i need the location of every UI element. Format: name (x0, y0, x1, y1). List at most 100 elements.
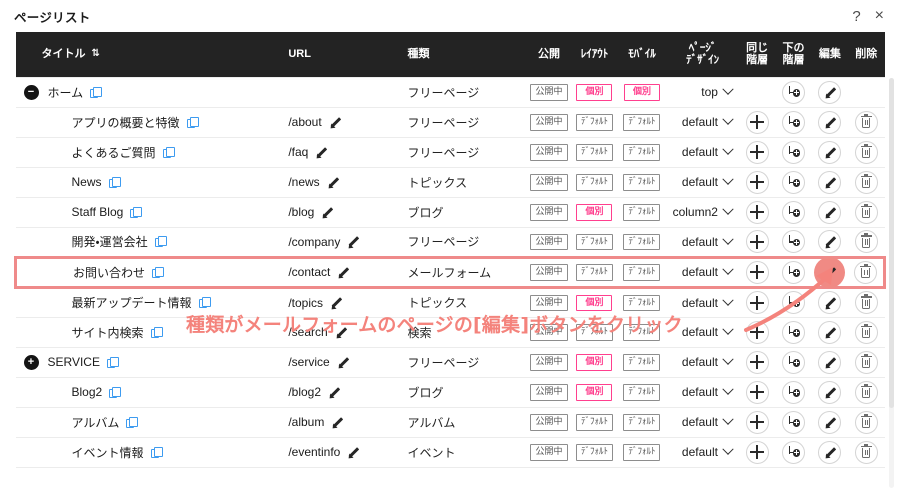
add-same-level-button[interactable] (745, 410, 769, 434)
add-same-level-button[interactable] (745, 110, 769, 134)
add-child-level-button[interactable] (782, 410, 806, 434)
edit-url-pencil-icon[interactable] (329, 116, 341, 128)
edit-url-pencil-icon[interactable] (327, 176, 339, 188)
copy-page-icon[interactable] (152, 266, 165, 278)
add-child-level-button[interactable] (782, 350, 806, 374)
layout-badge[interactable]: ﾃﾞﾌｫﾙﾄ (575, 174, 613, 191)
delete-page-button[interactable] (854, 260, 878, 284)
delete-page-button[interactable] (854, 170, 878, 194)
add-same-level-button[interactable] (745, 260, 769, 284)
add-same-level-button[interactable] (745, 140, 769, 164)
layout-badge[interactable]: ﾃﾞﾌｫﾙﾄ (575, 233, 613, 251)
delete-page-button[interactable] (854, 110, 878, 134)
edit-page-button[interactable] (818, 170, 842, 194)
publish-status-badge[interactable]: 公開中 (530, 233, 568, 251)
copy-page-icon[interactable] (198, 297, 211, 308)
edit-url-pencil-icon[interactable] (335, 326, 347, 338)
edit-url-pencil-icon[interactable] (337, 356, 349, 368)
delete-page-button[interactable] (854, 200, 878, 224)
publish-status-badge[interactable]: 公開中 (530, 384, 568, 401)
edit-page-button[interactable] (818, 140, 842, 164)
add-same-level-button[interactable] (745, 350, 769, 374)
publish-status-badge[interactable]: 公開中 (530, 174, 568, 191)
column-header-title[interactable]: タイトル ⇅ (15, 32, 289, 77)
layout-badge[interactable]: 個別 (576, 294, 613, 312)
scrollbar-thumb[interactable] (889, 78, 894, 408)
mobile-badge[interactable]: ﾃﾞﾌｫﾙﾄ (623, 324, 661, 341)
add-child-level-button[interactable] (782, 440, 806, 464)
page-design-select[interactable]: default (682, 353, 734, 369)
edit-page-button[interactable] (818, 200, 842, 224)
layout-badge[interactable]: ﾃﾞﾌｫﾙﾄ (575, 444, 613, 461)
edit-url-pencil-icon[interactable] (347, 236, 359, 248)
edit-url-pencil-icon[interactable] (331, 416, 343, 428)
copy-page-icon[interactable] (150, 326, 163, 338)
layout-badge[interactable]: ﾃﾞﾌｫﾙﾄ (575, 324, 613, 341)
add-child-level-button[interactable] (782, 320, 806, 344)
delete-page-button[interactable] (854, 380, 878, 404)
edit-url-pencil-icon[interactable] (337, 266, 349, 278)
mobile-badge[interactable]: ﾃﾞﾌｫﾙﾄ (623, 384, 661, 401)
edit-page-button[interactable] (818, 380, 842, 404)
mobile-badge[interactable]: ﾃﾞﾌｫﾙﾄ (623, 444, 661, 461)
mobile-badge[interactable]: ﾃﾞﾌｫﾙﾄ (623, 204, 661, 221)
copy-page-icon[interactable] (90, 86, 103, 98)
publish-status-badge[interactable]: 公開中 (530, 324, 568, 341)
edit-page-button[interactable] (818, 80, 842, 104)
sort-icon[interactable]: ⇅ (92, 48, 100, 59)
mobile-badge[interactable]: ﾃﾞﾌｫﾙﾄ (623, 114, 661, 131)
add-child-level-button[interactable] (782, 260, 806, 284)
edit-url-pencil-icon[interactable] (321, 206, 333, 218)
edit-page-button[interactable] (818, 410, 842, 434)
mobile-badge[interactable]: 個別 (623, 84, 660, 101)
page-design-select[interactable]: default (682, 263, 734, 279)
publish-status-badge[interactable]: 公開中 (530, 204, 568, 221)
copy-page-icon[interactable] (106, 356, 119, 368)
layout-badge[interactable]: ﾃﾞﾌｫﾙﾄ (575, 144, 613, 161)
add-child-level-button[interactable] (782, 200, 806, 224)
edit-page-button[interactable] (818, 350, 842, 374)
edit-page-button[interactable] (818, 291, 842, 314)
publish-status-badge[interactable]: 公開中 (530, 444, 568, 461)
layout-badge[interactable]: 個別 (576, 84, 613, 101)
add-child-level-button[interactable] (782, 110, 806, 134)
page-design-select[interactable]: default (682, 143, 734, 159)
copy-page-icon[interactable] (109, 386, 122, 398)
help-icon[interactable]: ? (852, 9, 860, 24)
copy-page-icon[interactable] (108, 176, 121, 188)
mobile-badge[interactable]: ﾃﾞﾌｫﾙﾄ (623, 264, 661, 281)
edit-url-pencil-icon[interactable] (330, 297, 342, 309)
layout-badge[interactable]: ﾃﾞﾌｫﾙﾄ (575, 264, 613, 281)
tree-expand-icon[interactable]: + (23, 354, 39, 370)
add-child-level-button[interactable] (782, 80, 806, 104)
page-design-select[interactable]: default (682, 233, 734, 249)
page-design-select[interactable]: default (682, 383, 734, 399)
add-child-level-button[interactable] (782, 380, 806, 404)
publish-status-badge[interactable]: 公開中 (530, 354, 568, 371)
tree-collapse-icon[interactable]: − (23, 84, 39, 100)
delete-page-button[interactable] (854, 440, 878, 464)
add-same-level-button[interactable] (745, 380, 769, 404)
edit-page-button[interactable] (818, 230, 842, 253)
mobile-badge[interactable]: ﾃﾞﾌｫﾙﾄ (623, 144, 661, 161)
publish-status-badge[interactable]: 公開中 (530, 114, 568, 131)
copy-page-icon[interactable] (154, 236, 167, 247)
edit-url-pencil-icon[interactable] (347, 446, 359, 458)
add-same-level-button[interactable] (745, 230, 769, 253)
copy-page-icon[interactable] (162, 146, 175, 158)
publish-status-badge[interactable]: 公開中 (530, 414, 568, 431)
page-design-select[interactable]: top (701, 83, 734, 99)
copy-page-icon[interactable] (186, 116, 199, 128)
delete-page-button[interactable] (854, 350, 878, 374)
mobile-badge[interactable]: ﾃﾞﾌｫﾙﾄ (623, 354, 661, 371)
page-design-select[interactable]: column2 (673, 203, 734, 219)
copy-page-icon[interactable] (126, 416, 139, 428)
add-same-level-button[interactable] (745, 440, 769, 464)
page-design-select[interactable]: default (682, 413, 734, 429)
layout-badge[interactable]: 個別 (576, 354, 613, 371)
add-child-level-button[interactable] (782, 230, 806, 253)
edit-url-pencil-icon[interactable] (328, 386, 340, 398)
page-design-select[interactable]: default (682, 443, 734, 459)
add-same-level-button[interactable] (745, 320, 769, 344)
mobile-badge[interactable]: ﾃﾞﾌｫﾙﾄ (623, 174, 661, 191)
